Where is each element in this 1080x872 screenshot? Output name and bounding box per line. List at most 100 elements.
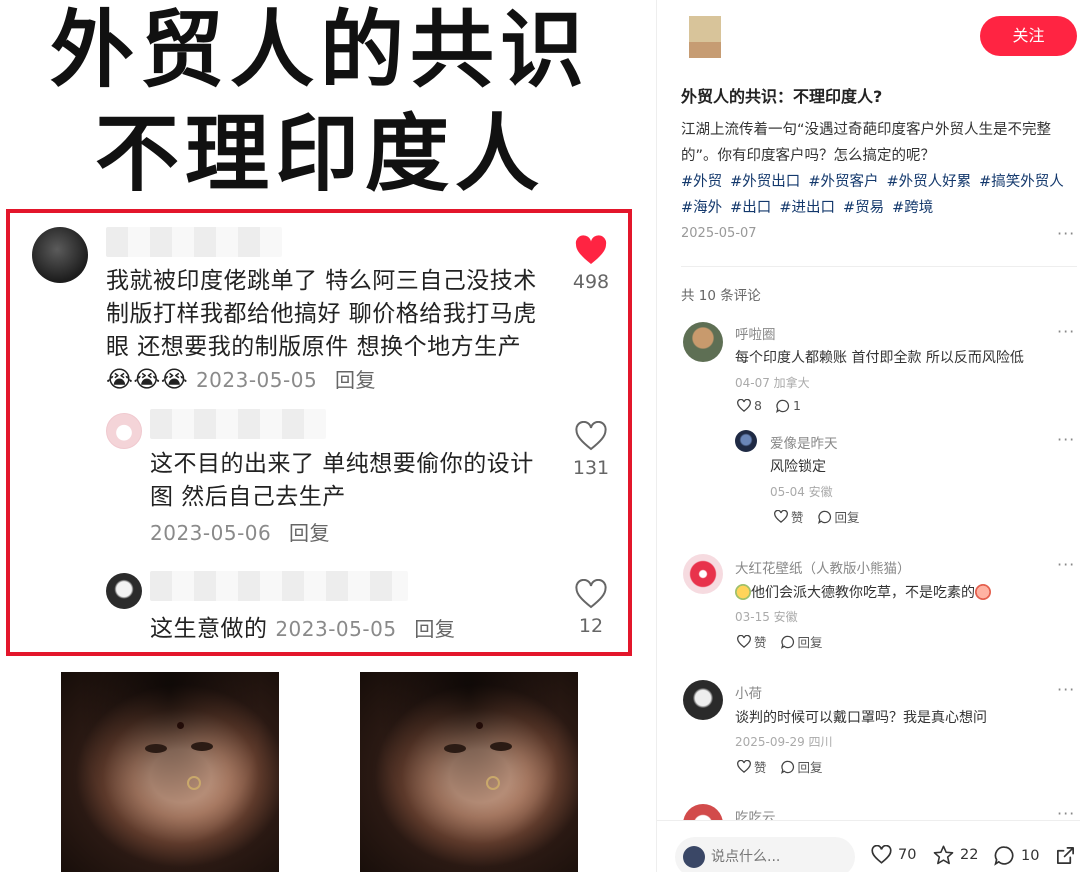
commenter-name[interactable]: 大红花壁纸（人教版小熊猫） <box>735 557 911 577</box>
like-column[interactable]: 498 <box>571 235 611 293</box>
post-date: 2025-05-07 <box>681 226 757 241</box>
blurred-username <box>106 227 282 257</box>
comment-date: 2023-05-05 <box>195 368 318 392</box>
share-button[interactable] <box>1055 845 1076 866</box>
comment-count: 共 10 条评论 <box>681 288 761 304</box>
comment-date: 2023-05-05 <box>275 617 397 641</box>
comment-actions: 赞 回复 <box>737 757 823 776</box>
comment-text: 这生意做的 2023-05-05 回复 <box>150 613 455 646</box>
blurred-username <box>150 571 408 601</box>
avatar <box>106 413 142 449</box>
heart-outline-icon <box>737 399 751 412</box>
headline-line2: 不理印度人 <box>94 105 545 203</box>
comment-icon <box>780 635 794 649</box>
reply-label: 回复 <box>797 760 823 775</box>
star-stat[interactable]: 22 <box>933 845 978 865</box>
commenter-name[interactable]: 呼啦圈 <box>735 323 776 343</box>
hashtag[interactable]: #搞笑外贸人 <box>979 174 1064 190</box>
reply-action[interactable]: 1 <box>776 398 801 413</box>
comment-meta: 03-15 安徽 <box>735 610 798 624</box>
like-label: 赞 <box>754 760 767 775</box>
commenter-name[interactable]: 爱像是昨天 <box>770 432 838 452</box>
comment-body: 我就被印度佬跳单了 特么阿三自己没技术 制版打样我都给他搞好 聊价格给我打马虎眼… <box>106 268 537 360</box>
author-avatar[interactable] <box>689 16 721 58</box>
avatar <box>683 846 705 868</box>
comment-icon <box>776 399 789 413</box>
like-count: 131 <box>572 457 610 479</box>
hashtag[interactable]: #出口 <box>730 200 771 216</box>
post-image[interactable]: 外贸人的共识 不理印度人 我就被印度佬跳单了 特么阿三自己没技术 制版打样我都给… <box>0 0 656 872</box>
comment-count-stat: 10 <box>1021 847 1040 864</box>
avatar[interactable] <box>683 680 723 720</box>
reply-label: 回复 <box>797 635 823 650</box>
follow-button[interactable]: 关注 <box>980 16 1077 56</box>
comment-actions: 8 1 <box>737 398 801 413</box>
like-count: 8 <box>754 398 762 413</box>
heart-icon[interactable] <box>575 235 607 265</box>
reply-link[interactable]: 回复 <box>289 521 330 545</box>
like-count: 70 <box>898 846 917 863</box>
avatar[interactable] <box>683 322 723 362</box>
like-stat[interactable]: 70 <box>871 845 916 864</box>
more-icon[interactable]: ··· <box>1057 430 1075 449</box>
star-icon <box>933 845 954 865</box>
app-window: 外贸人的共识 不理印度人 我就被印度佬跳单了 特么阿三自己没技术 制版打样我都给… <box>0 0 1080 872</box>
hashtag[interactable]: #贸易 <box>843 200 884 216</box>
comment-text: 风险锁定 <box>770 459 826 475</box>
avatar[interactable] <box>683 554 723 594</box>
commenter-name[interactable]: 小荷 <box>735 682 762 702</box>
reply-action[interactable]: 回复 <box>780 757 823 776</box>
comment-meta: 2023-05-06 回复 <box>150 517 330 550</box>
like-action[interactable]: 赞 <box>737 757 767 776</box>
comment-body: 这生意做的 <box>150 616 268 642</box>
reply-link[interactable]: 回复 <box>414 617 455 641</box>
comment-meta: 04-07 加拿大 <box>735 376 810 390</box>
hashtag[interactable]: #进出口 <box>779 200 835 216</box>
like-count: 12 <box>578 615 604 637</box>
reply-link[interactable]: 回复 <box>335 368 376 392</box>
like-action[interactable]: 赞 <box>774 507 804 526</box>
more-icon[interactable]: ··· <box>1057 322 1075 341</box>
divider <box>681 266 1077 267</box>
bottom-bar: 70 22 10 <box>657 820 1080 872</box>
like-label: 赞 <box>791 510 804 525</box>
heart-outline-icon <box>774 510 788 523</box>
portrait-photo <box>61 672 279 872</box>
comment-actions: 赞 回复 <box>774 507 860 526</box>
more-icon[interactable]: ··· <box>1057 680 1075 699</box>
avatar <box>106 573 142 609</box>
like-label: 赞 <box>754 635 767 650</box>
comment-text: 我就被印度佬跳单了 特么阿三自己没技术 制版打样我都给他搞好 聊价格给我打马虎眼… <box>106 265 546 397</box>
like-action[interactable]: 8 <box>737 398 762 413</box>
hashtag[interactable]: #跨境 <box>892 200 933 216</box>
post-text: 江湖上流传着一句“没遇过奇葩印度客户外贸人生是不完整的”。你有印度客户吗？怎么搞… <box>681 122 1052 164</box>
comment-screenshot-box: 我就被印度佬跳单了 特么阿三自己没技术 制版打样我都给他搞好 聊价格给我打马虎眼… <box>6 209 632 656</box>
heart-outline-icon[interactable] <box>575 421 607 451</box>
reply-action[interactable]: 回复 <box>817 507 860 526</box>
comment-text: 这不目的出来了 单纯想要偷你的设计图 然后自己去生产 <box>150 448 540 514</box>
hashtag[interactable]: #外贸 <box>681 174 722 190</box>
hashtag[interactable]: #外贸出口 <box>730 174 800 190</box>
heart-outline-icon[interactable] <box>575 579 607 609</box>
avatar <box>32 227 88 283</box>
more-icon[interactable]: ··· <box>1057 555 1075 574</box>
reply-action[interactable]: 回复 <box>780 632 823 651</box>
comment-icon <box>994 846 1014 866</box>
avatar[interactable] <box>735 430 757 452</box>
detail-panel: 关注 外贸人的共识：不理印度人? 江湖上流传着一句“没遇过奇葩印度客户外贸人生是… <box>656 0 1080 872</box>
share-icon <box>1057 847 1074 864</box>
hashtag[interactable]: #外贸客户 <box>808 174 878 190</box>
blurred-username <box>150 409 326 439</box>
emoji-sticker <box>975 584 991 600</box>
more-icon[interactable]: ··· <box>1057 224 1075 243</box>
like-action[interactable]: 赞 <box>737 632 767 651</box>
comment-date: 2023-05-06 <box>150 521 272 545</box>
comment-stat[interactable]: 10 <box>994 845 1039 866</box>
post-body: 江湖上流传着一句“没遇过奇葩印度客户外贸人生是不完整的”。你有印度客户吗？怎么搞… <box>681 117 1077 221</box>
comment-actions: 赞 回复 <box>737 632 823 651</box>
hashtag[interactable]: #外贸人好累 <box>886 174 971 190</box>
hashtag[interactable]: #海外 <box>681 200 722 216</box>
like-column[interactable]: 131 <box>571 421 611 479</box>
comment-icon <box>780 760 794 774</box>
like-column[interactable]: 12 <box>571 579 611 637</box>
